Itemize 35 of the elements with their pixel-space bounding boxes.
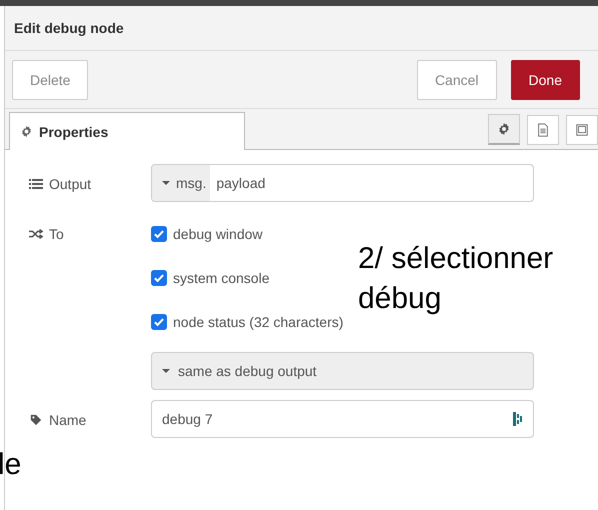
icon-tab[interactable] <box>527 115 559 145</box>
annotation-text: le <box>0 448 22 482</box>
checkbox[interactable] <box>151 226 167 242</box>
checkbox[interactable] <box>151 314 167 330</box>
icon-tab[interactable] <box>566 115 598 145</box>
shuffle-icon <box>29 228 43 240</box>
icon-tab[interactable] <box>488 114 520 145</box>
dialog-button[interactable]: Done <box>510 60 580 100</box>
annotation-text: débug <box>358 282 442 316</box>
annotation-text: 2/ sélectionner <box>358 242 554 276</box>
type-prefix: msg. <box>176 175 206 191</box>
dialog-button[interactable]: Cancel <box>416 60 497 100</box>
checkbox-label: debug window <box>173 226 263 242</box>
tag-icon <box>29 414 43 426</box>
checkbox-label: node status (32 characters) <box>173 314 344 330</box>
frame-icon <box>575 123 589 137</box>
status-select[interactable]: same as debug output <box>151 352 534 390</box>
caret-icon <box>162 369 170 373</box>
dialog-title: Edit debug node <box>14 20 124 36</box>
gear-icon <box>20 125 33 138</box>
name-label: Name <box>49 412 86 428</box>
field-value: payload <box>215 175 266 191</box>
settings-icon <box>497 122 511 136</box>
list-icon <box>29 178 43 190</box>
to-label: To <box>49 226 64 242</box>
dialog-button[interactable]: Delete <box>12 60 88 100</box>
document-icon <box>536 123 550 137</box>
caret-icon <box>162 181 170 185</box>
checkbox[interactable] <box>151 270 167 286</box>
checkbox-label: system console <box>173 270 270 286</box>
properties-tab[interactable]: Properties <box>9 112 245 150</box>
output-field[interactable]: msg. payload <box>151 164 534 202</box>
output-label: Output <box>49 176 92 192</box>
bars-icon <box>513 412 523 426</box>
name-field[interactable]: debug 7 <box>151 400 534 438</box>
